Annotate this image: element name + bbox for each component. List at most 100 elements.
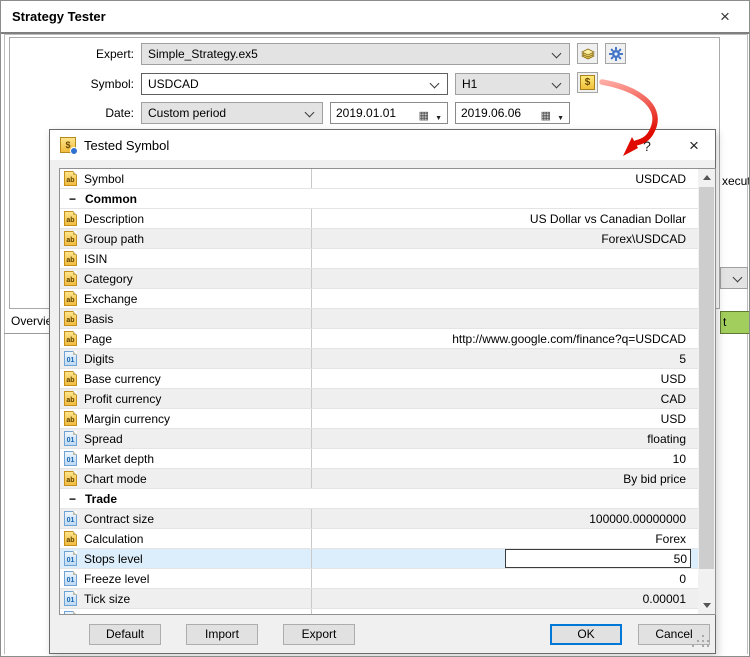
property-name-cell[interactable]: 01 [60, 609, 312, 615]
property-row[interactable]: 01Contract size100000.00000000 [60, 509, 698, 529]
property-row[interactable]: abISIN [60, 249, 698, 269]
period-combobox[interactable]: H1 [455, 73, 570, 95]
expert-combobox[interactable]: Simple_Strategy.ex5 [141, 43, 570, 65]
date-from-picker[interactable]: 2019.01.01 ▦ ▼ [330, 102, 448, 124]
property-name-cell[interactable]: 01 Stops level [60, 549, 312, 568]
property-row[interactable]: 01Digits5 [60, 349, 698, 369]
property-value-cell[interactable]: CAD [312, 392, 698, 406]
property-row[interactable]: 01 [60, 609, 698, 615]
main-close-button[interactable]: × [711, 5, 739, 29]
property-name-cell[interactable]: 01Freeze level [60, 569, 312, 588]
property-name-cell[interactable]: abPage [60, 329, 312, 348]
property-row[interactable]: abDescriptionUS Dollar vs Canadian Dolla… [60, 209, 698, 229]
default-button[interactable]: Default [89, 624, 161, 645]
dollar-icon: $ [580, 75, 595, 90]
scroll-up-button[interactable] [698, 169, 715, 186]
property-row[interactable]: abCategory [60, 269, 698, 289]
property-row[interactable]: abGroup pathForex\USDCAD [60, 229, 698, 249]
property-value-cell[interactable]: By bid price [312, 472, 698, 486]
property-row[interactable]: 01 Stops level [60, 549, 698, 569]
property-value-cell[interactable]: 100000.00000000 [312, 512, 698, 526]
property-name-cell[interactable]: abGroup path [60, 229, 312, 248]
property-name-cell[interactable]: 01Digits [60, 349, 312, 368]
property-value-cell[interactable]: 0.00001 [312, 592, 698, 606]
property-label: Calculation [84, 532, 143, 546]
overview-tab[interactable]: Overview [11, 314, 49, 331]
property-value-cell[interactable]: USD [312, 372, 698, 386]
property-label: Stops level [84, 552, 143, 566]
symbol-properties-button[interactable]: $ [577, 72, 598, 93]
property-value-cell[interactable]: US Dollar vs Canadian Dollar [312, 212, 698, 226]
property-row[interactable]: abChart modeBy bid price [60, 469, 698, 489]
property-row[interactable]: 01Market depth10 [60, 449, 698, 469]
tab-underline [4, 333, 49, 334]
property-value-cell[interactable]: Forex [312, 532, 698, 546]
market-button[interactable] [577, 43, 598, 64]
export-button[interactable]: Export [283, 624, 355, 645]
property-rows: abSymbolUSDCAD−CommonabDescriptionUS Dol… [60, 169, 698, 615]
property-name-cell[interactable]: abDescription [60, 209, 312, 228]
property-name-cell[interactable]: abISIN [60, 249, 312, 268]
collapse-icon[interactable]: − [69, 192, 76, 206]
group-row[interactable]: −Common [60, 189, 698, 209]
chevron-down-icon [733, 273, 743, 283]
collapse-icon[interactable]: − [69, 492, 76, 506]
property-name-cell[interactable]: abBase currency [60, 369, 312, 388]
expert-properties-button[interactable] [605, 43, 626, 64]
group-row[interactable]: −Trade [60, 489, 698, 509]
ok-button[interactable]: OK [550, 624, 622, 645]
help-button[interactable]: ? [632, 134, 662, 158]
scroll-down-button[interactable] [698, 597, 715, 614]
property-value-cell[interactable]: 10 [312, 452, 698, 466]
property-name-cell[interactable]: 01Tick size [60, 589, 312, 608]
badge-icon [70, 147, 78, 155]
property-row[interactable]: abPagehttp://www.google.com/finance?q=US… [60, 329, 698, 349]
property-row[interactable]: 01Freeze level0 [60, 569, 698, 589]
background-combobox-fragment[interactable] [720, 267, 748, 289]
property-name-cell[interactable]: abCalculation [60, 529, 312, 548]
property-name-cell[interactable]: 01Spread [60, 429, 312, 448]
property-value-cell[interactable]: 5 [312, 352, 698, 366]
dialog-close-button[interactable]: × [679, 134, 709, 158]
symbol-combobox[interactable]: USDCAD [141, 73, 448, 95]
property-name-cell[interactable]: abProfit currency [60, 389, 312, 408]
property-row[interactable]: 01Tick size0.00001 [60, 589, 698, 609]
property-value-cell[interactable]: http://www.google.com/finance?q=USDCAD [312, 332, 698, 346]
resize-grip[interactable] [702, 635, 704, 637]
property-row[interactable]: abCalculationForex [60, 529, 698, 549]
integer-field-icon: 01 [64, 551, 77, 566]
property-row[interactable]: 01Spreadfloating [60, 429, 698, 449]
property-name-cell[interactable]: abExchange [60, 289, 312, 308]
table-scrollbar[interactable] [698, 169, 715, 614]
property-label: Exchange [84, 292, 137, 306]
property-row[interactable]: abMargin currencyUSD [60, 409, 698, 429]
import-button[interactable]: Import [186, 624, 258, 645]
stops-level-input[interactable] [505, 549, 691, 568]
property-name-cell[interactable]: abCategory [60, 269, 312, 288]
property-value-cell[interactable]: floating [312, 432, 698, 446]
string-field-icon: ab [64, 391, 77, 406]
caret-down-icon: ▼ [557, 109, 564, 129]
property-name-cell[interactable]: abBasis [60, 309, 312, 328]
property-row[interactable]: abExchange [60, 289, 698, 309]
property-row[interactable]: abProfit currencyCAD [60, 389, 698, 409]
date-to-picker[interactable]: 2019.06.06 ▦ ▼ [455, 102, 570, 124]
property-row[interactable]: abBasis [60, 309, 698, 329]
scrollbar-thumb[interactable] [699, 187, 714, 569]
property-name-cell[interactable]: abSymbol [60, 169, 312, 188]
group-label: Common [85, 192, 137, 206]
property-row[interactable]: abSymbolUSDCAD [60, 169, 698, 189]
string-field-icon: ab [64, 271, 77, 286]
property-value-cell[interactable]: 0 [312, 572, 698, 586]
property-value-cell[interactable]: USD [312, 412, 698, 426]
date-mode-combobox[interactable]: Custom period [141, 102, 323, 124]
property-name-cell[interactable]: abChart mode [60, 469, 312, 488]
property-value-cell[interactable]: Forex\USDCAD [312, 232, 698, 246]
property-row[interactable]: abBase currencyUSD [60, 369, 698, 389]
property-value-cell[interactable]: USDCAD [312, 172, 698, 186]
cancel-button[interactable]: Cancel [638, 624, 710, 645]
start-button-fragment[interactable]: t [720, 311, 750, 334]
property-name-cell[interactable]: abMargin currency [60, 409, 312, 428]
property-name-cell[interactable]: 01Contract size [60, 509, 312, 528]
property-name-cell[interactable]: 01Market depth [60, 449, 312, 468]
